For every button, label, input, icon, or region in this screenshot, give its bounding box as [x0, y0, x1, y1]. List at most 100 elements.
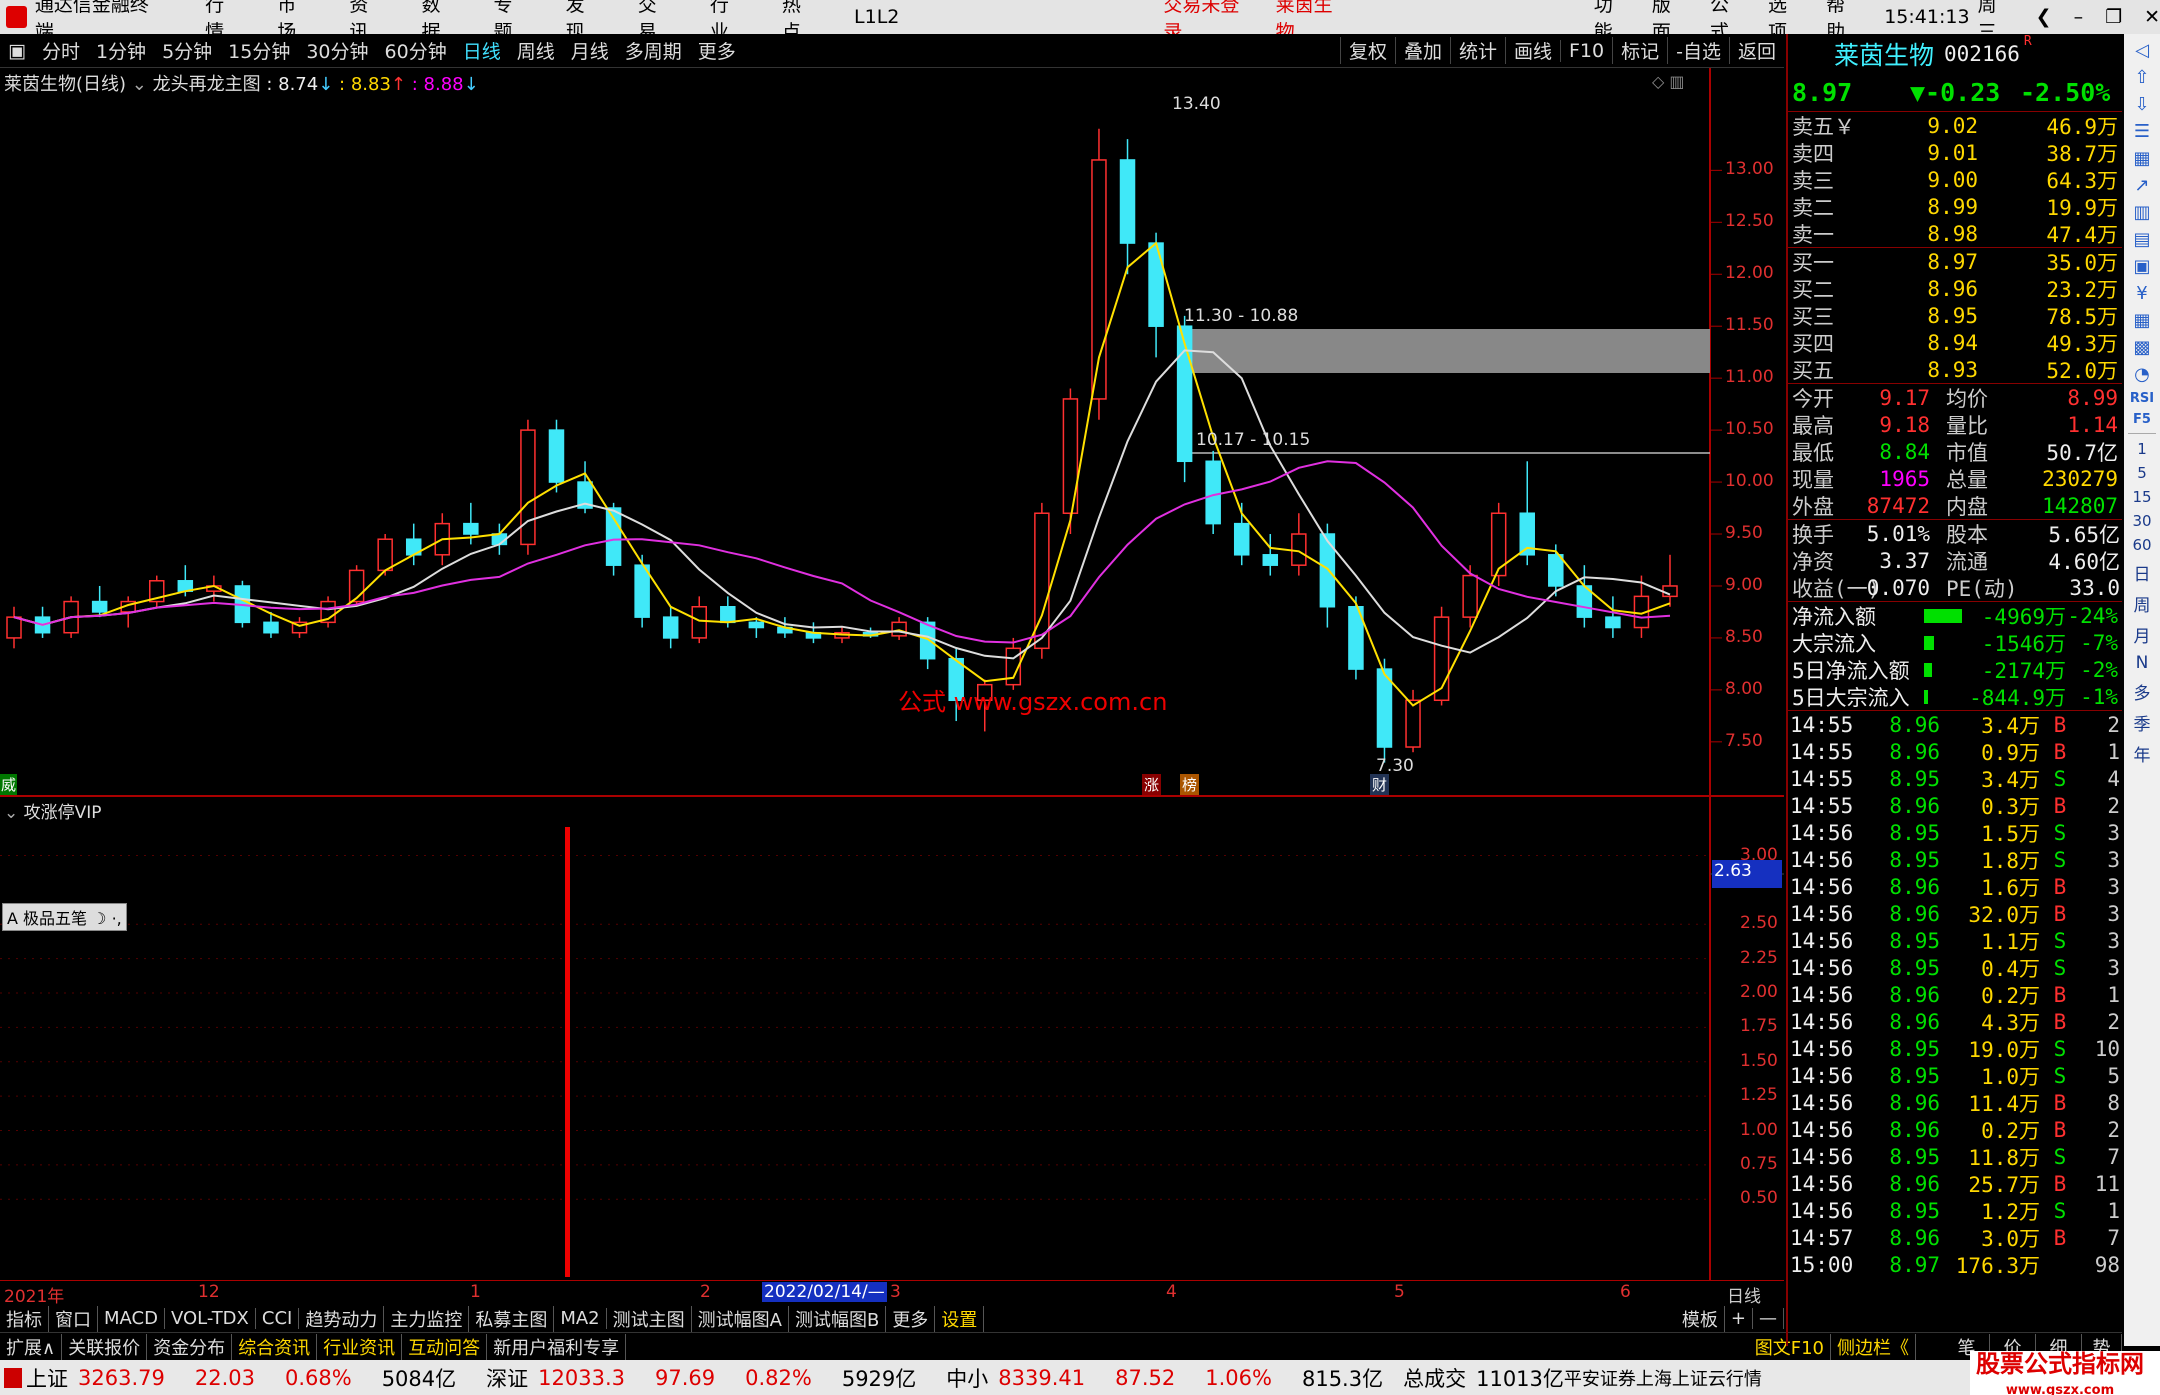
candle[interactable] [634, 564, 650, 618]
period-weekly[interactable]: 周线 [509, 37, 563, 64]
tab-guanlian[interactable]: 关联报价 [62, 1333, 148, 1360]
candle[interactable] [1405, 699, 1421, 748]
tool-f10[interactable]: F10 [1560, 39, 1612, 62]
candle[interactable] [891, 621, 907, 637]
event-mark-wei[interactable]: 威 [0, 774, 18, 795]
template-button[interactable]: 模板 [1676, 1305, 1725, 1332]
grid-icon[interactable]: ▦ [2133, 148, 2150, 169]
period-fenshi[interactable]: 分时 [34, 37, 88, 64]
candle[interactable] [1462, 574, 1478, 618]
sidebar-period-0[interactable]: 日 [2134, 560, 2151, 585]
period-15min[interactable]: 15分钟 [220, 37, 298, 64]
candles-icon[interactable]: ▥ [2133, 202, 2150, 223]
sidebar-period-3[interactable]: N [2136, 653, 2149, 673]
close-icon[interactable]: ✕ [2144, 6, 2160, 28]
f10-icon[interactable]: ▣ [2133, 256, 2150, 277]
clock-icon[interactable]: ◔ [2134, 364, 2150, 385]
sidebar-period-6[interactable]: 年 [2134, 741, 2151, 766]
sz-label[interactable]: 深证 [486, 1363, 528, 1393]
maximize-icon[interactable]: ❐ [2105, 6, 2122, 28]
tool-biaoji[interactable]: 标记 [1612, 37, 1667, 64]
toggle-icon[interactable]: ▣ [0, 40, 34, 62]
sidebar-period-1[interactable]: 1 [2137, 440, 2147, 458]
tool-diejia[interactable]: 叠加 [1394, 37, 1450, 64]
period-monthly[interactable]: 月线 [563, 37, 617, 64]
table-icon[interactable]: ▦ [2133, 310, 2150, 331]
list-icon[interactable]: ☰ [2134, 121, 2150, 142]
sub-indicator-name[interactable]: 攻涨停VIP [24, 803, 102, 823]
tab-hudong[interactable]: 互动问答 [402, 1333, 488, 1360]
candle[interactable] [1233, 522, 1250, 556]
tab-ceshi-b[interactable]: 测试幅图B [789, 1305, 887, 1332]
candle[interactable] [662, 616, 679, 639]
fs-icon[interactable]: ▩ [2133, 337, 2150, 358]
remove-window-button[interactable]: — [1753, 1308, 1784, 1329]
sidebar-period-60[interactable]: 60 [2132, 536, 2151, 554]
trend-icon[interactable]: ↗ [2134, 175, 2149, 196]
sidebar-period-1[interactable]: 周 [2134, 591, 2151, 616]
collapse-icon[interactable]: ◁ [2135, 40, 2149, 61]
candle[interactable] [1548, 554, 1564, 587]
sidebar-label[interactable]: RSI [2130, 391, 2154, 406]
doc-icon[interactable]: ▤ [2133, 229, 2150, 250]
sidebar-label[interactable]: F5 [2133, 412, 2151, 427]
event-mark-cai[interactable]: 财 [1370, 774, 1390, 795]
expand-icon[interactable]: ◇ ▥ [1652, 72, 1685, 91]
candle[interactable] [1148, 242, 1164, 327]
candle[interactable] [1205, 460, 1221, 525]
tool-tongji[interactable]: 统计 [1449, 37, 1505, 64]
tab-simu[interactable]: 私募主图 [469, 1305, 555, 1332]
chart-area[interactable]: 莱茵生物(日线) ⌄ 龙头再龙主图 : 8.74↓ : 8.83↑ : 8.88… [0, 68, 1784, 1307]
candle[interactable] [691, 606, 707, 639]
sidebar-period-30[interactable]: 30 [2132, 512, 2151, 530]
candle[interactable] [91, 600, 108, 613]
kline-chart[interactable] [0, 68, 1784, 1281]
tool-fanhui[interactable]: 返回 [1728, 37, 1784, 64]
period-more[interactable]: 更多 [690, 37, 744, 64]
candle[interactable] [720, 606, 736, 624]
sidebar-period-5[interactable]: 5 [2137, 464, 2147, 482]
sh-label[interactable]: 上证 [26, 1363, 68, 1393]
period-1min[interactable]: 1分钟 [88, 37, 154, 64]
zx-label[interactable]: 中小 [946, 1363, 988, 1393]
tab-zhuli[interactable]: 主力监控 [384, 1305, 470, 1332]
candle[interactable] [263, 621, 279, 634]
tab-ma2[interactable]: MA2 [554, 1308, 607, 1329]
period-multi[interactable]: 多周期 [617, 37, 690, 64]
candle[interactable] [6, 616, 22, 639]
indicator-name[interactable]: 龙头再龙主图 [153, 74, 261, 95]
sidebar-period-15[interactable]: 15 [2132, 488, 2151, 506]
tool-zixuan[interactable]: -自选 [1667, 37, 1729, 64]
down-arrow-icon[interactable]: ⇩ [2134, 94, 2149, 115]
tab-xinyonghu[interactable]: 新用户福利专享 [487, 1333, 627, 1360]
sidebar-period-5[interactable]: 季 [2134, 710, 2151, 735]
sidebar-period-4[interactable]: 多 [2134, 679, 2151, 704]
tab-macd[interactable]: MACD [98, 1308, 165, 1329]
tab-gengduo[interactable]: 更多 [886, 1305, 936, 1332]
tab-cci[interactable]: CCI [256, 1308, 300, 1329]
tab-vol[interactable]: VOL-TDX [165, 1308, 256, 1329]
minimize-icon[interactable]: – [2074, 6, 2084, 28]
tab-hangye[interactable]: 行业资讯 [317, 1333, 403, 1360]
tab-ceshi-a[interactable]: 测试幅图A [692, 1305, 789, 1332]
period-5min[interactable]: 5分钟 [154, 37, 220, 64]
period-daily[interactable]: 日线 [455, 37, 509, 64]
candle[interactable] [1605, 616, 1621, 629]
tab-shezhi[interactable]: 设置 [935, 1305, 985, 1332]
tab-ceshi-zhutu[interactable]: 测试主图 [607, 1305, 692, 1332]
candle[interactable] [1119, 159, 1136, 244]
tick-list[interactable]: 14:55 8.96 3.4万 B 2 14:55 8.96 0.9万 B 1 14:55 8.95 3… [1788, 711, 2122, 1278]
candle[interactable] [748, 621, 765, 629]
tab-zhibiao[interactable]: 指标 [0, 1305, 49, 1332]
candle[interactable] [919, 621, 936, 660]
back-icon[interactable]: ❮ [2036, 6, 2052, 28]
sidebar-period-2[interactable]: 月 [2134, 622, 2151, 647]
tool-huaxian[interactable]: 画线 [1504, 37, 1560, 64]
tab-kuozhan[interactable]: 扩展∧ [0, 1333, 63, 1360]
tab-chuangkou[interactable]: 窗口 [49, 1305, 98, 1332]
candle[interactable] [1662, 585, 1678, 598]
input-method-bar[interactable]: A 极品五笔 ☽ ·, [2, 903, 127, 931]
candle[interactable] [1319, 533, 1336, 608]
candle[interactable] [377, 538, 393, 572]
candle[interactable] [520, 429, 536, 546]
